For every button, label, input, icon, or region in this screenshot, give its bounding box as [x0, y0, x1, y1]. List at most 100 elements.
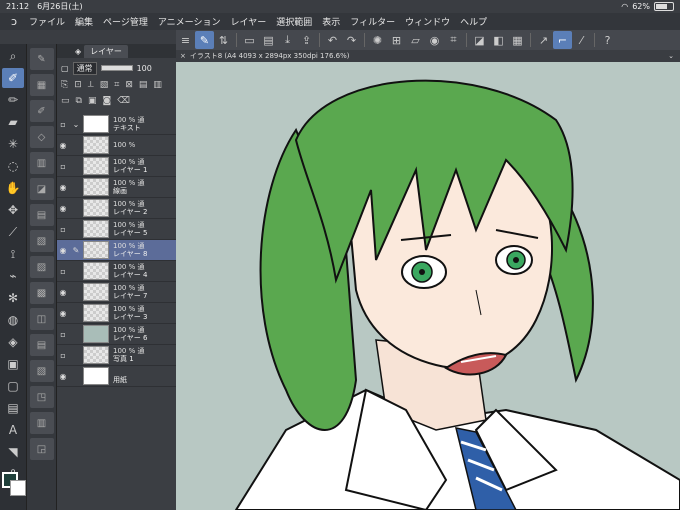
menu-filter[interactable]: フィルター: [345, 15, 400, 28]
export-icon[interactable]: ⇪: [297, 31, 316, 49]
layer-row[interactable]: ◉ 100 %: [57, 135, 177, 156]
eye-icon[interactable]: ◉: [57, 204, 69, 213]
clip-icon[interactable]: ⎘: [61, 80, 68, 94]
redo-icon[interactable]: ↷: [342, 31, 361, 49]
subtool-icon[interactable]: ◇: [29, 126, 54, 148]
figure-icon[interactable]: ▢: [2, 376, 24, 396]
subtool-icon[interactable]: ✐: [29, 100, 54, 122]
layer-row[interactable]: ◉ 用紙: [57, 366, 177, 387]
subtool-icon[interactable]: ▦: [29, 74, 54, 96]
pencil-icon[interactable]: ✏: [2, 90, 24, 110]
eye-off-icon[interactable]: ▫: [57, 267, 69, 276]
menu-page[interactable]: ページ管理: [98, 15, 153, 28]
alpha-icon[interactable]: ▧: [100, 80, 109, 94]
blend-icon[interactable]: ◍: [2, 310, 24, 330]
pen-pressure-icon[interactable]: ⌐: [553, 31, 572, 49]
ref-icon[interactable]: ⟂: [88, 80, 94, 94]
mask-layer-icon[interactable]: ⊠: [125, 80, 133, 94]
menu-edit[interactable]: 編集: [70, 15, 98, 28]
eye-icon[interactable]: ◉: [57, 141, 69, 150]
new-folder-icon[interactable]: ▭: [61, 96, 70, 110]
menu-animation[interactable]: アニメーション: [153, 15, 226, 28]
eye-icon[interactable]: ◉: [57, 288, 69, 297]
subtool-icon[interactable]: ▤: [29, 334, 54, 356]
eye-off-icon[interactable]: ▫: [57, 225, 69, 234]
menu-help[interactable]: ヘルプ: [455, 15, 492, 28]
open-folder-icon[interactable]: ▤: [259, 31, 278, 49]
copy-layer-icon[interactable]: ⧉: [76, 96, 82, 110]
subtool-icon[interactable]: ◪: [29, 178, 54, 200]
text-icon[interactable]: A: [2, 420, 24, 440]
menu-window[interactable]: ウィンドウ: [400, 15, 455, 28]
magic-wand-icon[interactable]: ✳: [2, 134, 24, 154]
line-icon[interactable]: ⁄: [572, 31, 591, 49]
eraser-icon[interactable]: ▰: [2, 112, 24, 132]
eye-off-icon[interactable]: ▫: [57, 120, 69, 129]
brush-icon[interactable]: ⟟: [2, 244, 24, 264]
decoration-icon[interactable]: ✻: [2, 288, 24, 308]
undo-icon[interactable]: ↶: [323, 31, 342, 49]
layer-row[interactable]: ◉ 100 % 通線画: [57, 177, 177, 198]
subtool-icon[interactable]: ▨: [29, 256, 54, 278]
new-vector-icon[interactable]: ▥: [153, 80, 162, 94]
layer-tab[interactable]: レイヤー: [84, 44, 128, 58]
opacity-slider[interactable]: [100, 65, 133, 71]
eye-icon[interactable]: ◉: [57, 183, 69, 192]
eye-off-icon[interactable]: ▫: [57, 330, 69, 339]
blend-mode-select[interactable]: 通常: [72, 61, 97, 75]
layer-row[interactable]: ◉ 100 % 通レイヤー 3: [57, 303, 177, 324]
subtool-icon[interactable]: ◲: [29, 438, 54, 460]
brush-tool-icon[interactable]: ✎: [195, 31, 214, 49]
layer-row[interactable]: ▫ 100 % 通写真 1: [57, 345, 177, 366]
loading-icon[interactable]: ✺: [368, 31, 387, 49]
stabilizer-icon[interactable]: ↗: [534, 31, 553, 49]
folder-chevron-icon[interactable]: ⌄: [69, 120, 83, 129]
swap-icon[interactable]: ⇅: [214, 31, 233, 49]
subtool-icon[interactable]: ▩: [29, 282, 54, 304]
layer-row[interactable]: ▫ 100 % 通レイヤー 6: [57, 324, 177, 345]
trash-icon[interactable]: ⌫: [117, 96, 130, 110]
move-icon[interactable]: ✥: [2, 200, 24, 220]
subtool-icon[interactable]: ▥: [29, 412, 54, 434]
gradient-icon[interactable]: ▣: [2, 354, 24, 374]
subtool-icon[interactable]: ▧: [29, 230, 54, 252]
eye-icon[interactable]: ◉: [57, 246, 69, 255]
opacity-value[interactable]: 100: [137, 64, 152, 73]
ruler-layer-icon[interactable]: ⌗: [114, 80, 119, 94]
balloon-icon[interactable]: ◥: [2, 442, 24, 462]
layer-row[interactable]: ▫ 100 % 通レイヤー 1: [57, 156, 177, 177]
close-icon[interactable]: ×: [180, 52, 186, 60]
eye-off-icon[interactable]: ▫: [57, 351, 69, 360]
crop-icon[interactable]: ⌗: [444, 31, 463, 49]
eye-icon[interactable]: ◉: [57, 372, 69, 381]
transform-icon[interactable]: ⊞: [387, 31, 406, 49]
layer-row[interactable]: ◉ 100 % 通レイヤー 7: [57, 282, 177, 303]
eyedropper-icon[interactable]: ⟋: [2, 222, 24, 242]
menu-file[interactable]: ファイル: [24, 15, 70, 28]
merge-icon[interactable]: ▣: [88, 96, 97, 110]
subtool-icon[interactable]: ▧: [29, 360, 54, 382]
airbrush-icon[interactable]: ⌁: [2, 266, 24, 286]
layer-row[interactable]: ▫ 100 % 通レイヤー 5: [57, 219, 177, 240]
new-file-icon[interactable]: ▭: [240, 31, 259, 49]
subtool-icon[interactable]: ▤: [29, 204, 54, 226]
ruler-icon[interactable]: ◪: [470, 31, 489, 49]
pen-icon[interactable]: ✐: [2, 68, 24, 88]
help-icon[interactable]: ?: [598, 31, 617, 49]
sub-color-swatch[interactable]: [10, 480, 26, 496]
cut-icon[interactable]: ▱: [406, 31, 425, 49]
save-icon[interactable]: ⤓: [278, 31, 297, 49]
canvas[interactable]: [176, 50, 680, 510]
subtool-icon[interactable]: ▥: [29, 152, 54, 174]
lock-icon[interactable]: ⊡: [74, 80, 82, 94]
subtool-icon[interactable]: ✎: [29, 48, 54, 70]
eye-off-icon[interactable]: ▫: [57, 162, 69, 171]
subtool-icon[interactable]: ◳: [29, 386, 54, 408]
subtool-icon[interactable]: ◫: [29, 308, 54, 330]
menu-view[interactable]: 表示: [317, 15, 345, 28]
layer-row[interactable]: ◉ 100 % 通レイヤー 2: [57, 198, 177, 219]
menu-selection[interactable]: 選択範囲: [271, 15, 317, 28]
eye-icon[interactable]: ◉: [57, 309, 69, 318]
frame-icon[interactable]: ▤: [2, 398, 24, 418]
grid-icon[interactable]: ▦: [508, 31, 527, 49]
